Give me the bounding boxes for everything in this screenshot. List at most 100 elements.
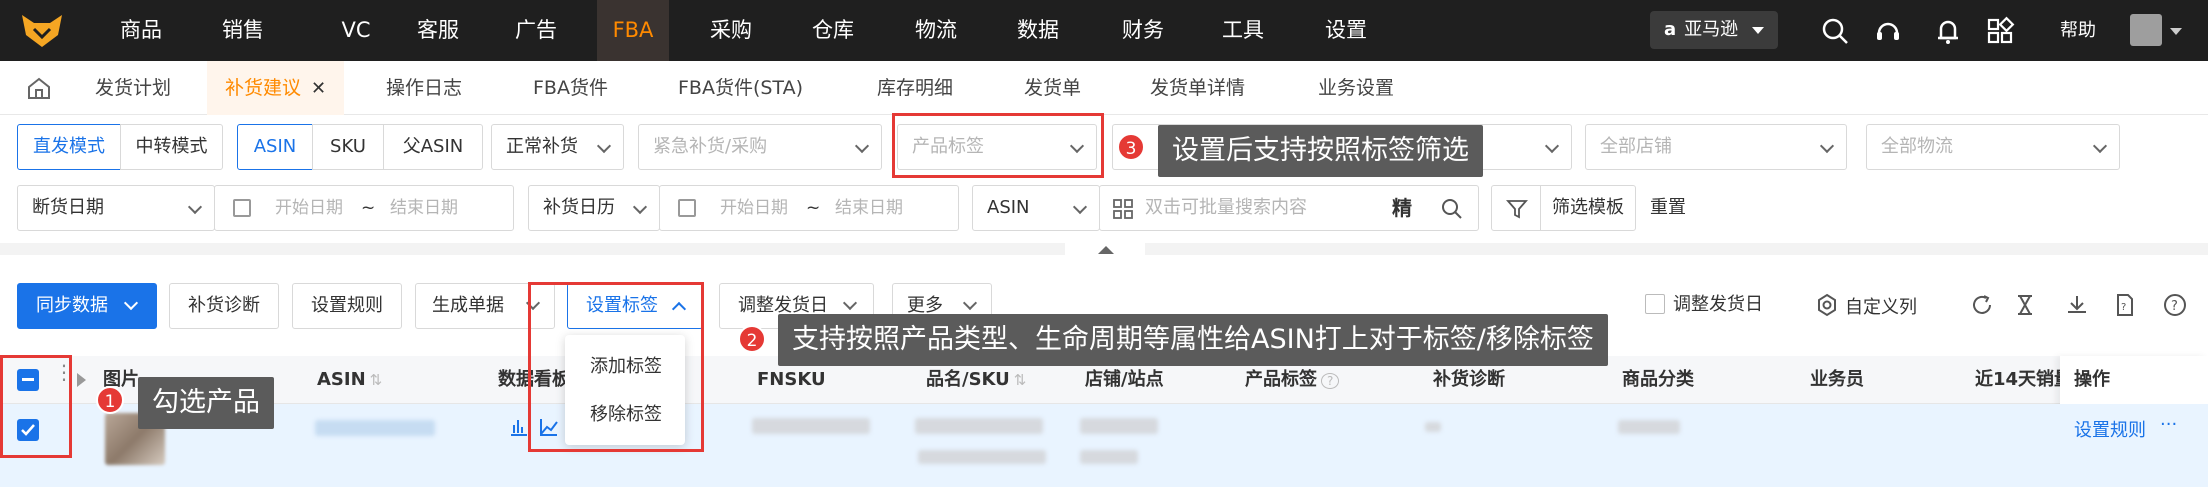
sort-icon[interactable]: ⇅ [370,371,383,389]
replenish-type-select[interactable]: 正常补货 [491,124,624,170]
annotation-box-set-tag [528,282,704,452]
apps-grid-icon[interactable] [1985,16,2015,46]
set-rules-button[interactable]: 设置规则 [292,283,402,329]
tab-item[interactable]: FBA货件(STA) [678,61,803,115]
tab-item[interactable]: 发货单 [1024,61,1081,115]
mode-transfer-button[interactable]: 中转模式 [120,124,223,170]
id-asin-button[interactable]: ASIN [237,124,313,170]
bell-icon[interactable] [1933,16,1963,46]
topnav-item[interactable]: 工具 [1207,0,1279,61]
search-icon[interactable] [1820,16,1850,46]
annotation-badge-2: 2 [738,325,766,353]
hourglass-icon[interactable] [2013,293,2037,317]
start-date-input[interactable]: 开始日期 [275,186,343,230]
sync-data-button[interactable]: 同步数据 [17,283,157,329]
topnav-item[interactable]: VC [320,0,392,61]
topnav-item[interactable]: 仓库 [797,0,869,61]
export-doc-icon[interactable]: ? [2113,293,2137,317]
topnav-item[interactable]: 设置 [1310,0,1382,61]
replenish-diagnose-button[interactable]: 补货诊断 [169,283,279,329]
tab-item[interactable]: 操作日志 [386,61,462,115]
topnav-item[interactable]: 商品 [105,0,177,61]
chevron-down-icon [1819,138,1835,154]
replenish-date-range[interactable]: 开始日期 ~ 结束日期 [659,185,959,231]
topnav-item[interactable]: 数据 [1002,0,1074,61]
header-asin[interactable]: ASIN ⇅ [317,356,382,404]
id-parent-asin-button[interactable]: 父ASIN [383,124,483,170]
adjust-ship-date-label: 调整发货日 [738,295,828,316]
download-icon[interactable] [2065,293,2089,317]
range-separator: ~ [806,198,821,218]
app-root: 商品 销售 VC 客服 广告 FBA 采购 仓库 物流 数据 财务 工具 设置 a 亚马逊 帮助 发货计划… [0,0,2208,487]
end-date-input[interactable]: 结束日期 [390,186,458,230]
topnav-item[interactable]: 客服 [402,0,474,61]
gear-icon[interactable] [1815,293,1839,317]
search-field-select[interactable]: ASIN [972,185,1100,231]
all-shops-select[interactable]: 全部店铺 [1585,124,1847,170]
search-input[interactable]: 双击可批量搜索内容 精 [1099,185,1479,231]
adjust-ship-date-checkbox[interactable] [1645,294,1665,314]
expand-icon[interactable] [77,373,86,387]
mode-direct-button[interactable]: 直发模式 [17,124,121,170]
tab-label: 业务设置 [1318,77,1395,99]
topnav-item[interactable]: 广告 [500,0,572,61]
home-icon[interactable] [26,76,52,100]
exact-match-toggle[interactable]: 精 [1392,186,1412,230]
avatar[interactable] [2130,14,2162,46]
chevron-down-icon [123,295,139,311]
filter-template-button[interactable]: 筛选模板 [1540,185,1636,231]
topnav-item[interactable]: 销售 [207,0,279,61]
app-logo[interactable] [20,13,64,49]
custom-columns-button[interactable]: 自定义列 [1845,293,1917,319]
search-icon[interactable] [1440,197,1464,221]
header-asin-label: ASIN [317,369,366,390]
chevron-down-icon [962,295,978,311]
urgent-select[interactable]: 紧急补货/采购 [638,124,882,170]
info-icon[interactable]: ? [1321,373,1340,389]
all-logistics-select[interactable]: 全部物流 [1866,124,2120,170]
tab-item[interactable]: 库存明细 [877,61,953,115]
product-name-value [915,418,1043,434]
tab-item[interactable]: 补货建议 ✕ [207,61,345,115]
filter-icon [1506,200,1528,219]
tab-item[interactable]: 发货计划 [95,61,171,115]
all-logistics-placeholder: 全部物流 [1881,136,1953,157]
help-link[interactable]: 帮助 [2060,0,2096,61]
tab-item[interactable]: 业务设置 [1318,61,1394,115]
chevron-down-icon [187,199,203,215]
topnav-item[interactable]: 物流 [900,0,972,61]
chevron-down-icon[interactable] [2170,28,2182,35]
topnav-item[interactable]: 财务 [1107,0,1179,61]
replenish-calendar-select[interactable]: 补货日历 [528,185,660,231]
close-icon[interactable]: ✕ [311,78,326,99]
tab-label: FBA货件(STA) [678,77,803,99]
tab-item[interactable]: 发货单详情 [1150,61,1245,115]
topnav-item[interactable]: 采购 [695,0,767,61]
sort-icon[interactable]: ⇅ [1014,371,1027,389]
tab-item[interactable]: FBA货件 [533,61,608,115]
bar-chart-icon[interactable] [508,416,530,438]
topnav-item[interactable]: FBA [597,0,669,61]
help-icon[interactable]: ? [2163,293,2187,317]
row-more-icon[interactable]: ··· [2160,414,2177,435]
id-sku-button[interactable]: SKU [312,124,384,170]
filter-template-icon-button[interactable] [1491,185,1541,231]
reset-button[interactable]: 重置 [1650,185,1686,231]
tab-label: 库存明细 [877,77,954,99]
annotation-badge-1: 1 [96,386,124,414]
batch-search-icon[interactable] [1112,198,1134,220]
start-date-input[interactable]: 开始日期 [720,186,788,230]
more-label: 更多 [907,295,943,316]
table-row[interactable] [0,404,2208,487]
end-date-input[interactable]: 结束日期 [835,186,903,230]
headset-icon[interactable] [1873,16,1903,46]
sku-value [918,450,1046,464]
refresh-icon[interactable] [1970,293,1994,317]
row-set-rules-link[interactable]: 设置规则 [2074,416,2146,442]
annotation-tip-2: 支持按照产品类型、生命周期等属性给ASIN打上对于标签/移除标签 [778,314,1608,366]
collapse-up-icon[interactable] [1098,246,1114,254]
asin-value[interactable] [315,420,435,436]
marketplace-selector[interactable]: a 亚马逊 [1650,11,1778,49]
stockout-date-range[interactable]: 开始日期 ~ 结束日期 [214,185,514,231]
stockout-date-select[interactable]: 断货日期 [17,185,215,231]
